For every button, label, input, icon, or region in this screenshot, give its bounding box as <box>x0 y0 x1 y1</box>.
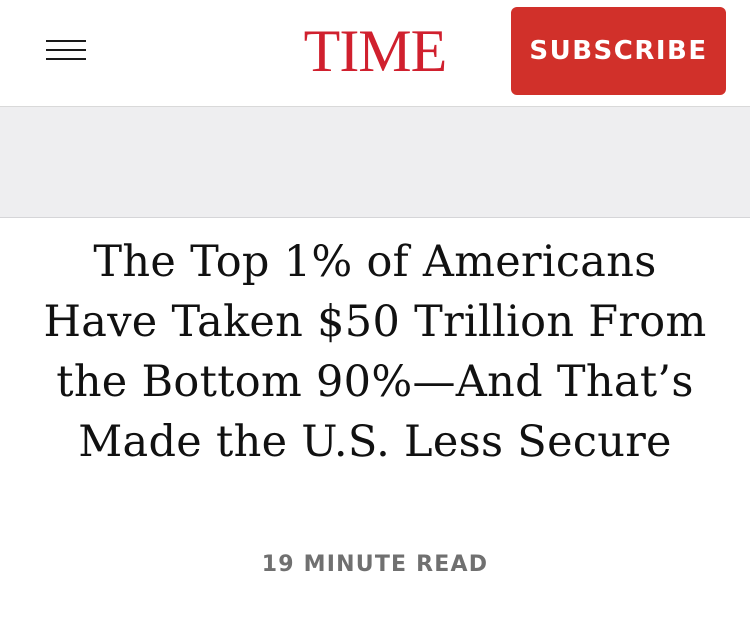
time-logo[interactable]: TIME <box>293 20 457 82</box>
menu-bar-bottom <box>46 58 86 60</box>
menu-bar-middle <box>46 49 86 51</box>
article-headline: The Top 1% of Americans Have Taken $50 T… <box>43 237 707 467</box>
hamburger-menu-icon[interactable] <box>34 30 96 72</box>
site-header: TIME SUBSCRIBE <box>0 0 750 107</box>
read-time-label: 19 MINUTE READ <box>261 552 489 577</box>
subscribe-button[interactable]: SUBSCRIBE <box>511 7 726 95</box>
ad-placeholder <box>0 107 750 218</box>
menu-bar-top <box>46 40 86 42</box>
